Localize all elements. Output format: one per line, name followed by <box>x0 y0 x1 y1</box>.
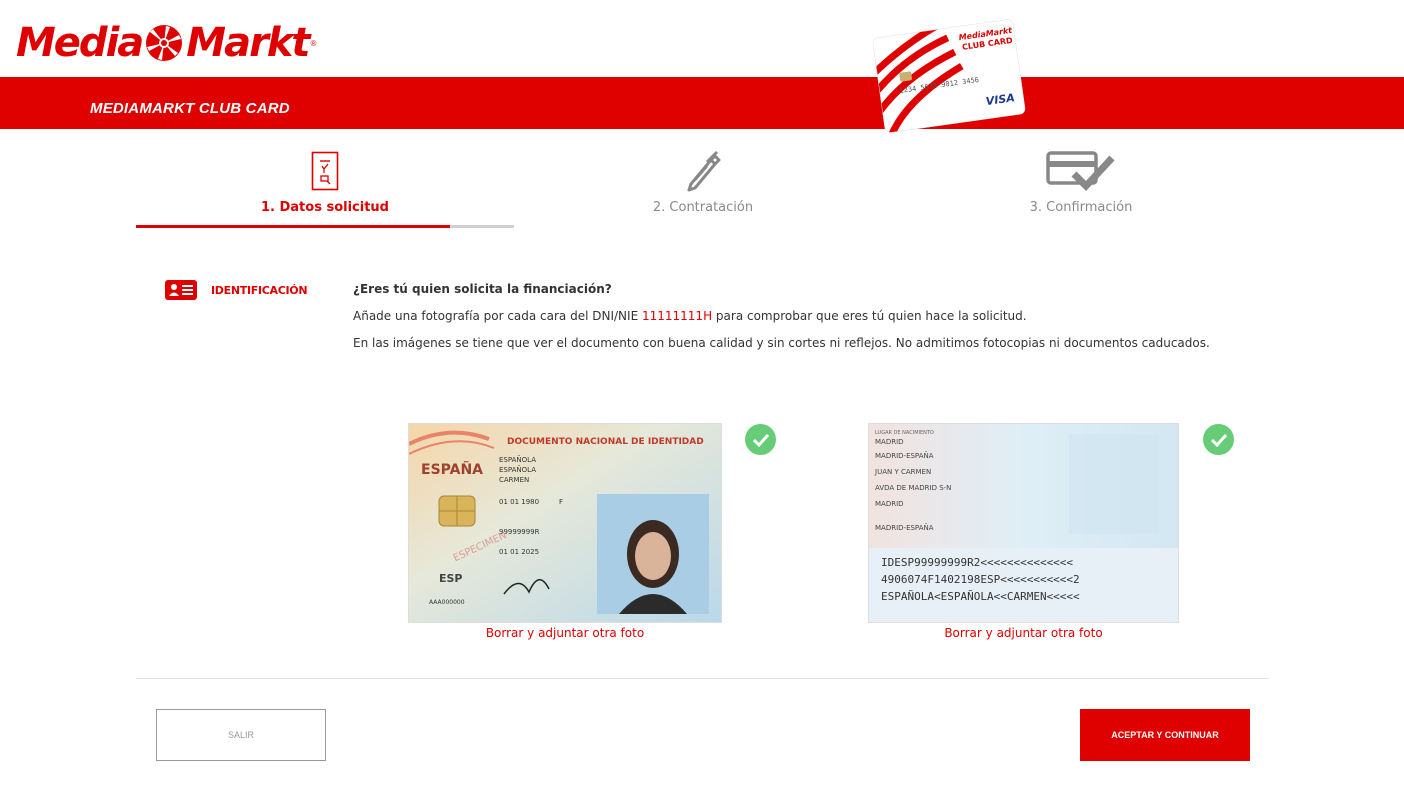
replace-front-photo-link[interactable]: Borrar y adjuntar otra foto <box>408 626 722 640</box>
dni-surname2: ESPAÑOLA <box>499 465 536 474</box>
dni-support: AAA000000 <box>429 599 465 606</box>
identification-quality-note: En las imágenes se tiene que ver el docu… <box>353 336 1210 350</box>
club-card-image: MediaMarkt CLUB CARD 1234 5678 9012 3456… <box>872 18 1026 134</box>
back-parents: JUAN Y CARMEN <box>874 468 931 476</box>
mediamarkt-logo[interactable]: Media Markt ® <box>16 18 316 68</box>
card-check-icon <box>1046 151 1115 192</box>
instruction-text-pre: Añade una fotografía por cada cara del D… <box>353 309 639 323</box>
dni-nationality: ESP <box>439 572 463 585</box>
dni-surname1: ESPAÑOLA <box>499 455 536 464</box>
dni-front-photo: DOCUMENTO NACIONAL DE IDENTIDAD ESPAÑA E… <box>408 423 722 623</box>
dni-name: CARMEN <box>499 476 529 484</box>
registered-mark: ® <box>310 38 317 48</box>
dni-front-image: DOCUMENTO NACIONAL DE IDENTIDAD ESPAÑA E… <box>409 424 721 622</box>
dni-country-text: ESPAÑA <box>421 461 483 478</box>
exit-button[interactable]: SALIR <box>156 709 326 761</box>
accept-continue-button[interactable]: ACEPTAR Y CONTINUAR <box>1080 709 1250 761</box>
mrz-line-2: 4906074F1402198ESP<<<<<<<<<<<2 <box>881 573 1080 586</box>
mrz-line-3: ESPAÑOLA<ESPAÑOLA<<CARMEN<<<<< <box>881 590 1080 603</box>
identification-text: ¿Eres tú quien solicita la financiación?… <box>353 282 1210 363</box>
identification-question: ¿Eres tú quien solicita la financiación? <box>353 282 612 296</box>
step-datos-solicitud: 1. Datos solicitud <box>136 150 514 215</box>
logo-text-media: Media <box>16 20 144 66</box>
logo-text-markt: Markt <box>186 20 310 66</box>
step-progress-bar <box>136 225 514 228</box>
back-address: AVDA DE MADRID S-N <box>875 484 951 492</box>
instruction-text-post: para comprobar que eres tú quien hace la… <box>715 309 1027 323</box>
step-label: 1. Datos solicitud <box>260 200 389 215</box>
step-label: 2. Contratación <box>652 200 754 215</box>
mrz-line-1: IDESP99999999R2<<<<<<<<<<<<<< <box>881 556 1073 569</box>
pen-icon <box>687 150 721 192</box>
back-birthplace: MADRID <box>875 438 904 446</box>
page: Media Markt ® MEDIAMARKT CLUB CARD Media… <box>0 0 1404 789</box>
front-uploaded-check-icon <box>745 424 776 455</box>
dni-birth: 01 01 1980 <box>499 498 539 506</box>
page-title: MEDIAMARKT CLUB CARD <box>90 100 290 117</box>
footer-divider <box>136 678 1269 679</box>
replace-back-photo-link[interactable]: Borrar y adjuntar otra foto <box>868 626 1179 640</box>
back-city: MADRID <box>875 500 904 508</box>
dni-back-image: LUGAR DE NACIMIENTO MADRID MADRID-ESPAÑA… <box>869 424 1178 622</box>
section-label-identificacion: IDENTIFICACIÓN <box>211 284 308 297</box>
back-province: MADRID-ESPAÑA <box>875 451 934 460</box>
back-uploaded-check-icon <box>1203 424 1234 455</box>
dni-sex: F <box>559 498 563 506</box>
form-document-icon <box>311 151 339 191</box>
step-label: 3. Confirmación <box>1029 200 1133 215</box>
back-label-birthplace: LUGAR DE NACIMIENTO <box>875 430 934 436</box>
step-progress-fill <box>136 225 450 228</box>
logo-wheel-icon <box>146 25 183 61</box>
identification-instruction: Añade una fotografía por cada cara del D… <box>353 309 1210 323</box>
back-province2: MADRID-ESPAÑA <box>875 523 934 532</box>
dni-number: 11111111H <box>641 309 713 323</box>
id-card-icon <box>165 280 197 300</box>
dni-validity: 01 01 2025 <box>499 548 539 556</box>
step-contratacion: 2. Contratación <box>514 150 892 215</box>
dni-header-text: DOCUMENTO NACIONAL DE IDENTIDAD <box>507 437 704 447</box>
dni-back-photo: LUGAR DE NACIMIENTO MADRID MADRID-ESPAÑA… <box>868 423 1179 623</box>
step-confirmacion: 3. Confirmación <box>892 150 1270 215</box>
